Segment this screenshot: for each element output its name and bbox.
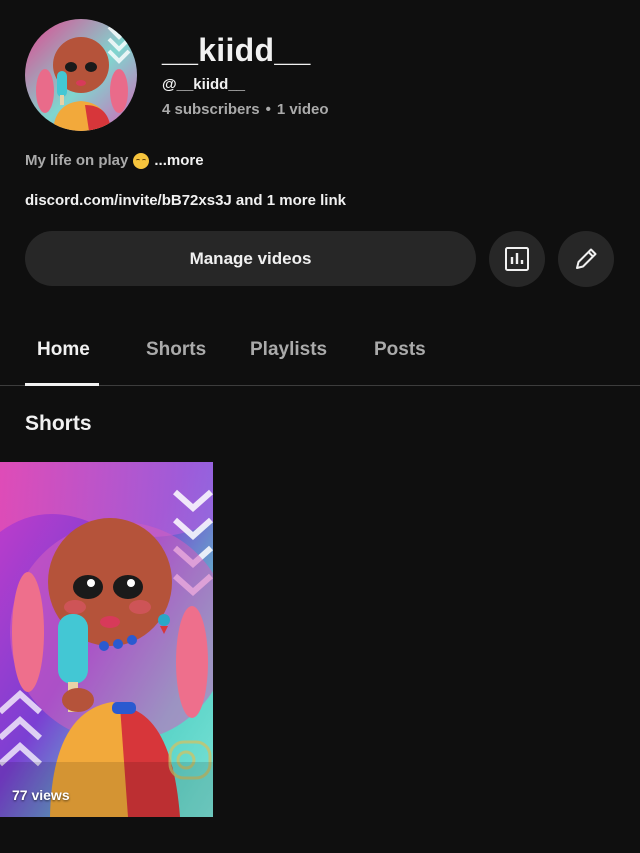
active-tab-indicator bbox=[25, 383, 99, 386]
edit-channel-button[interactable] bbox=[558, 231, 614, 287]
short-view-count: 77 views bbox=[12, 787, 70, 803]
stats-separator: • bbox=[265, 101, 271, 118]
channel-links[interactable]: discord.com/invite/bB72xs3J and 1 more l… bbox=[25, 192, 346, 209]
channel-page: __kiidd__ @__kiidd__ 4 subscribers • 1 vid… bbox=[0, 0, 640, 853]
description-text: My life on play bbox=[25, 152, 129, 169]
pencil-edit-icon bbox=[576, 248, 597, 269]
channel-tabs: Home Shorts Playlists Posts bbox=[0, 322, 640, 386]
shorts-section-title: Shorts bbox=[25, 412, 92, 435]
description-more-link[interactable]: ...more bbox=[154, 152, 203, 169]
channel-name: __kiidd__ bbox=[162, 32, 311, 68]
channel-description[interactable]: My life on play ...more bbox=[25, 152, 204, 169]
subscriber-count: 4 subscribers bbox=[162, 101, 260, 118]
channel-handle: @__kiidd__ bbox=[162, 76, 245, 93]
channel-stats: 4 subscribers • 1 video bbox=[162, 101, 329, 118]
analytics-bar-chart-icon bbox=[505, 247, 529, 271]
tab-home[interactable]: Home bbox=[37, 339, 90, 361]
channel-avatar[interactable] bbox=[25, 19, 137, 131]
smiling-face-emoji-icon bbox=[133, 152, 150, 169]
tab-shorts[interactable]: Shorts bbox=[146, 339, 206, 361]
video-count: 1 video bbox=[276, 101, 329, 118]
short-thumbnail[interactable] bbox=[0, 462, 213, 817]
tab-posts[interactable]: Posts bbox=[374, 339, 426, 361]
manage-videos-button[interactable]: Manage videos bbox=[25, 231, 476, 286]
analytics-button[interactable] bbox=[489, 231, 545, 287]
tab-playlists[interactable]: Playlists bbox=[250, 339, 327, 361]
